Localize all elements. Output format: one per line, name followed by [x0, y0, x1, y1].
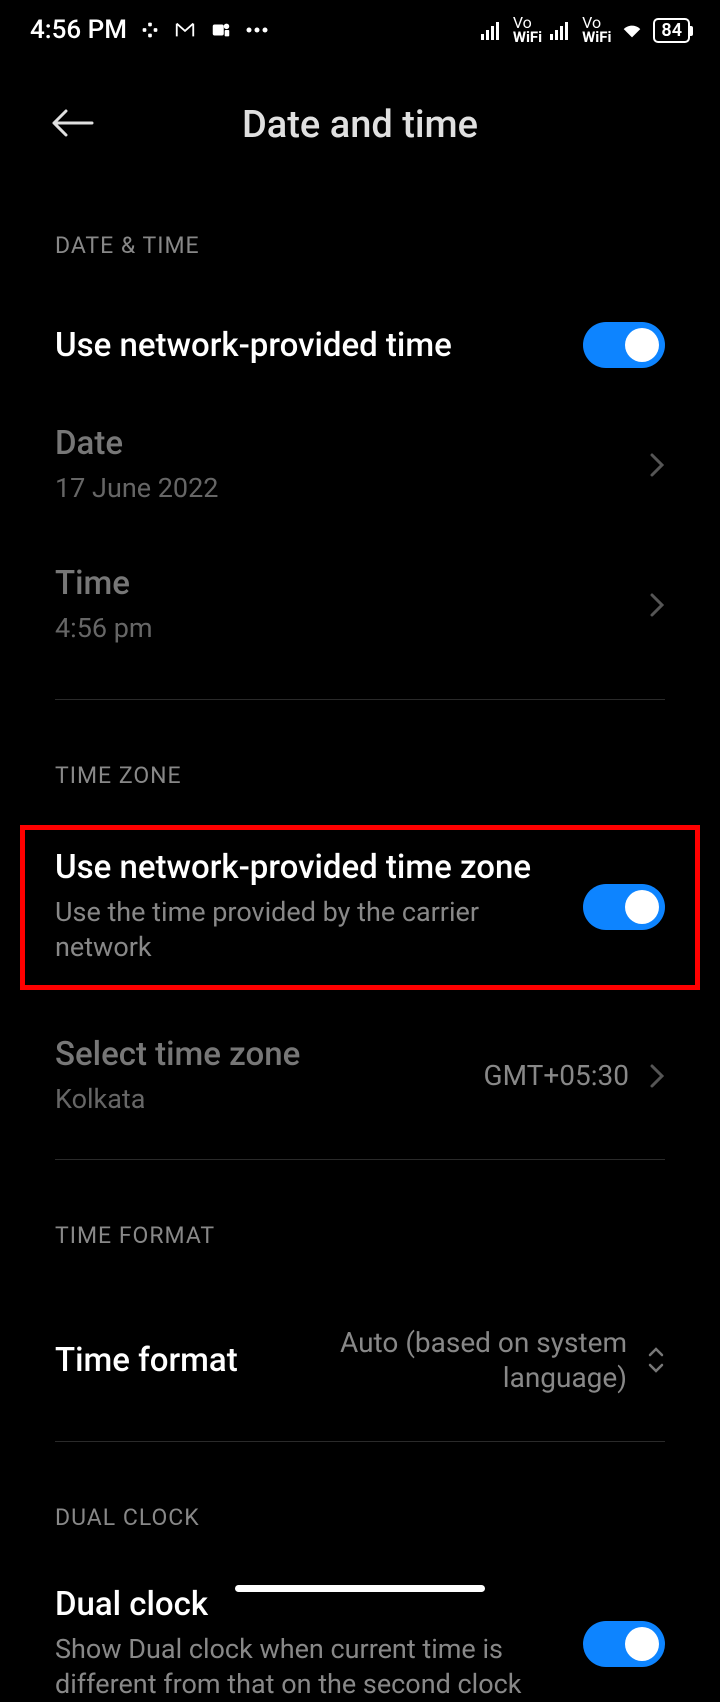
chevron-right-icon	[649, 592, 665, 618]
page-title: Date and time	[50, 103, 670, 147]
status-right: VoWiFi VoWiFi 84	[481, 16, 690, 43]
time-value: 4:56 pm	[55, 611, 629, 646]
divider	[55, 1441, 665, 1442]
section-header-dual-clock: DUAL CLOCK	[55, 1504, 665, 1531]
teams-icon	[209, 19, 233, 41]
time-format-title: Time format	[55, 1341, 307, 1380]
date-value: 17 June 2022	[55, 471, 629, 506]
vowifi-icon-2: VoWiFi	[582, 16, 611, 43]
dual-clock-toggle[interactable]	[583, 1621, 665, 1667]
dual-clock-subtitle: Show Dual clock when current time is dif…	[55, 1632, 563, 1702]
chevron-right-icon	[649, 1063, 665, 1089]
app-header: Date and time	[0, 80, 720, 170]
network-time-toggle[interactable]	[583, 322, 665, 368]
network-timezone-row[interactable]: Use network-provided time zone Use the t…	[55, 830, 665, 985]
gmail-icon	[173, 19, 197, 41]
vowifi-icon: VoWiFi	[513, 16, 542, 43]
time-format-value: Auto (based on system language)	[327, 1325, 627, 1395]
signal-icon-2	[550, 20, 574, 40]
nav-indicator[interactable]	[235, 1585, 485, 1592]
status-time: 4:56 PM	[30, 15, 127, 45]
timezone-value: GMT+05:30	[484, 1058, 629, 1093]
back-button[interactable]	[50, 107, 94, 143]
time-row[interactable]: Time 4:56 pm	[55, 535, 665, 675]
network-timezone-subtitle: Use the time provided by the carrier net…	[55, 895, 563, 965]
slack-icon	[139, 19, 161, 41]
section-header-time-format: TIME FORMAT	[55, 1222, 665, 1249]
section-header-time-zone: TIME ZONE	[55, 762, 665, 789]
more-icon	[245, 26, 269, 34]
select-timezone-row[interactable]: Select time zone Kolkata GMT+05:30	[55, 998, 665, 1153]
wifi-icon	[619, 19, 645, 41]
network-time-row[interactable]: Use network-provided time	[55, 295, 665, 395]
select-timezone-title: Select time zone	[55, 1035, 464, 1074]
network-time-title: Use network-provided time	[55, 326, 563, 365]
chevron-updown-icon	[647, 1345, 665, 1375]
network-timezone-toggle[interactable]	[583, 884, 665, 930]
select-timezone-subtitle: Kolkata	[55, 1082, 464, 1117]
signal-icon	[481, 20, 505, 40]
divider	[55, 1159, 665, 1160]
time-format-row[interactable]: Time format Auto (based on system langua…	[55, 1285, 665, 1435]
status-left: 4:56 PM	[30, 15, 269, 45]
battery-icon: 84	[653, 18, 690, 43]
time-title: Time	[55, 564, 629, 603]
date-row[interactable]: Date 17 June 2022	[55, 395, 665, 535]
network-timezone-title: Use network-provided time zone	[55, 848, 563, 887]
highlight-box: Use network-provided time zone Use the t…	[20, 825, 700, 990]
status-bar: 4:56 PM VoWiFi VoWiFi 84	[0, 0, 720, 60]
divider	[55, 699, 665, 700]
section-header-date-time: DATE & TIME	[55, 232, 665, 259]
date-title: Date	[55, 424, 629, 463]
chevron-right-icon	[649, 452, 665, 478]
